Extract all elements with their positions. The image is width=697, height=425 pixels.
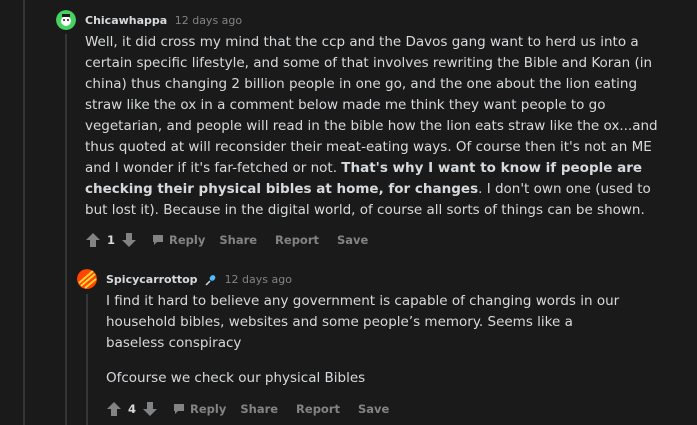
- comment-paragraph: Ofcourse we check our physical Bibles: [106, 370, 366, 386]
- author-name[interactable]: Chicawhappa: [85, 14, 167, 27]
- downvote-icon[interactable]: [142, 401, 158, 417]
- downvote-icon[interactable]: [121, 232, 137, 248]
- reply-label: Reply: [190, 402, 227, 416]
- save-button[interactable]: Save: [337, 233, 368, 247]
- avatar[interactable]: [56, 10, 76, 30]
- comment-meta: Chicawhappa 12 days ago: [85, 14, 242, 27]
- comment-actions: 1 Reply Share Report Save: [85, 230, 368, 250]
- mic-icon: [205, 275, 216, 286]
- author-name[interactable]: Spicycarrottop: [106, 273, 198, 286]
- avatar-icon: [77, 269, 97, 289]
- comment-body: Well, it did cross my mind that the ccp …: [85, 32, 675, 221]
- reply-label: Reply: [169, 233, 206, 247]
- share-button[interactable]: Share: [219, 233, 257, 247]
- thread-line-comment1[interactable]: [65, 34, 67, 425]
- avatar-icon: [56, 10, 76, 30]
- comment-paragraph: I find it hard to believe any government…: [106, 293, 620, 351]
- report-button[interactable]: Report: [296, 402, 340, 416]
- upvote-icon[interactable]: [85, 232, 101, 248]
- reply-button[interactable]: Reply: [172, 402, 226, 416]
- comment-meta: Spicycarrottop 12 days ago: [106, 273, 292, 286]
- avatar[interactable]: [77, 269, 97, 289]
- reply-icon: [153, 235, 164, 245]
- timestamp[interactable]: 12 days ago: [225, 273, 292, 286]
- share-button[interactable]: Share: [240, 402, 278, 416]
- timestamp[interactable]: 12 days ago: [175, 14, 242, 27]
- comment-actions: 4 Reply Share Report Save: [106, 399, 389, 419]
- reply-button[interactable]: Reply: [151, 233, 205, 247]
- upvote-icon[interactable]: [106, 401, 122, 417]
- comment-text-start: Well, it did cross my mind that the ccp …: [85, 34, 658, 176]
- reply-icon: [174, 404, 185, 414]
- thread-line-comment2[interactable]: [86, 294, 88, 425]
- vote-score: 1: [107, 233, 116, 247]
- vote-score: 4: [128, 402, 137, 416]
- thread-line-outer[interactable]: [23, 0, 25, 425]
- report-button[interactable]: Report: [275, 233, 319, 247]
- comment-body: I find it hard to believe any government…: [106, 291, 626, 389]
- save-button[interactable]: Save: [358, 402, 389, 416]
